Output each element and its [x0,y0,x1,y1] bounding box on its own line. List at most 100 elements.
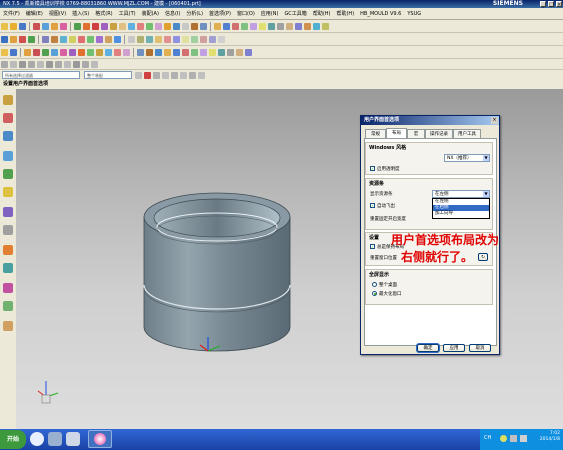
part-navigator-icon[interactable] [10,48,17,56]
datum-axis-icon[interactable] [28,35,35,43]
sew-icon[interactable] [164,48,171,56]
windows-style-select[interactable]: NX（推荐） ▼ [444,154,490,162]
isometric-icon[interactable] [87,48,94,56]
arc-center-icon[interactable] [82,60,89,68]
tray-network-icon[interactable] [510,435,517,442]
start-button[interactable]: 开始 [0,430,26,449]
menu-ysug[interactable]: YSUG [404,11,424,17]
tab-journal[interactable]: 操作记录 [425,129,453,138]
datum-plane-icon[interactable] [19,35,26,43]
chamfer-icon[interactable] [155,22,162,30]
menu-help-2[interactable]: 帮助(H) [333,10,357,17]
slider-icon[interactable] [277,22,284,30]
quick-launch-app-icon[interactable] [30,432,44,446]
part-navigator-tab-icon[interactable] [3,131,13,141]
process-studio-tab-icon[interactable] [3,245,13,255]
open-icon[interactable] [10,22,17,30]
intersect-icon[interactable] [200,22,207,30]
measure-angle-icon[interactable] [137,35,144,43]
dialog-close-button[interactable]: × [491,117,498,124]
offset-face-icon[interactable] [209,48,216,56]
tray-status-icon[interactable] [500,435,507,442]
menu-file[interactable]: 文件(F) [0,10,23,17]
split-body-icon[interactable] [182,48,189,56]
intersection-curve-icon[interactable] [105,35,112,43]
start-icon[interactable] [1,35,8,43]
menu-view[interactable]: 视图(V) [46,10,69,17]
palettes-tab-icon[interactable] [3,321,13,331]
trim-body-icon[interactable] [191,48,198,56]
subtract-icon[interactable] [191,22,198,30]
pan-icon[interactable] [51,48,58,56]
edit-object-display-icon[interactable] [200,35,207,43]
new-icon[interactable] [1,22,8,30]
core-icon[interactable] [223,22,230,30]
trim-icon[interactable] [173,22,180,30]
extrude-icon[interactable] [74,22,81,30]
quick-launch-folder-icon[interactable] [66,432,80,446]
zoom-icon[interactable] [33,48,40,56]
section-view-icon[interactable] [155,35,162,43]
select-curve-icon[interactable] [189,71,196,79]
menu-help-1[interactable]: 帮助(H) [310,10,334,17]
groove-icon[interactable] [137,22,144,30]
hd3d-tools-tab-icon[interactable] [3,169,13,179]
tab-user-tools[interactable]: 用户工具 [453,129,481,138]
close-button[interactable]: × [556,1,562,8]
rotate-icon[interactable] [42,48,49,56]
draft-icon[interactable] [146,48,153,56]
system-scenes-tab-icon[interactable] [3,301,13,311]
maximized-window-radio[interactable] [372,291,377,296]
menu-preferences[interactable]: 首选项(P) [206,10,234,17]
render-icon[interactable] [218,35,225,43]
tab-general[interactable]: 常规 [365,129,386,138]
control-point-icon[interactable] [91,60,98,68]
layer-icon[interactable] [164,35,171,43]
existing-point-icon[interactable] [46,60,53,68]
menu-analysis[interactable]: 分析(L) [183,10,206,17]
arc-icon[interactable] [69,35,76,43]
revolve-icon[interactable] [83,22,90,30]
point-on-curve-icon[interactable] [55,60,62,68]
assembly-navigator-tab-icon[interactable] [3,95,13,105]
pattern-icon[interactable] [227,48,234,56]
menu-edit[interactable]: 编辑(E) [23,10,46,17]
keep-layout-checkbox[interactable]: ✓ [370,244,375,249]
select-all-icon[interactable] [135,71,142,79]
endpoint-icon[interactable] [10,60,17,68]
minimize-button[interactable]: _ [540,1,546,8]
input-method-indicator[interactable]: CH [484,435,491,441]
extract-icon[interactable] [245,48,252,56]
insert-icon[interactable] [295,22,302,30]
patch-icon[interactable] [173,48,180,56]
select-point-icon[interactable] [198,71,205,79]
thicken-icon[interactable] [155,48,162,56]
assembly-navigator-icon[interactable] [1,48,8,56]
menu-gc-toolbox[interactable]: GC工具箱 [281,10,309,17]
tab-macro[interactable]: 宏 [407,129,425,138]
fit-icon[interactable] [24,48,31,56]
cavity-icon[interactable] [232,22,239,30]
menu-insert[interactable]: 插入(S) [69,10,92,17]
paste-icon[interactable] [60,22,67,30]
unite-icon[interactable] [182,22,189,30]
select-face-icon[interactable] [162,71,169,79]
resource-bar-position-select[interactable]: 在左侧 ▼ [432,190,490,198]
wcs-icon[interactable] [209,35,216,43]
constraint-navigator-tab-icon[interactable] [3,113,13,123]
menu-format[interactable]: 格式(R) [92,10,115,17]
boss-icon[interactable] [101,22,108,30]
runner-icon[interactable] [241,22,248,30]
menu-window[interactable]: 窗口(O) [234,10,258,17]
mould-icon[interactable] [214,22,221,30]
autofly-checkbox[interactable]: ✓ [370,203,375,208]
apply-button[interactable]: 应用 [443,344,465,352]
filter-dropdown[interactable]: 所有选择过滤器 [2,71,80,79]
delete-face-icon[interactable] [218,48,225,56]
tab-layout[interactable]: 布局 [386,128,407,138]
web-browser-tab-icon[interactable] [3,187,13,197]
spline-icon[interactable] [78,35,85,43]
hide-icon[interactable] [182,35,189,43]
reuse-library-tab-icon[interactable] [3,151,13,161]
point-icon[interactable] [42,35,49,43]
